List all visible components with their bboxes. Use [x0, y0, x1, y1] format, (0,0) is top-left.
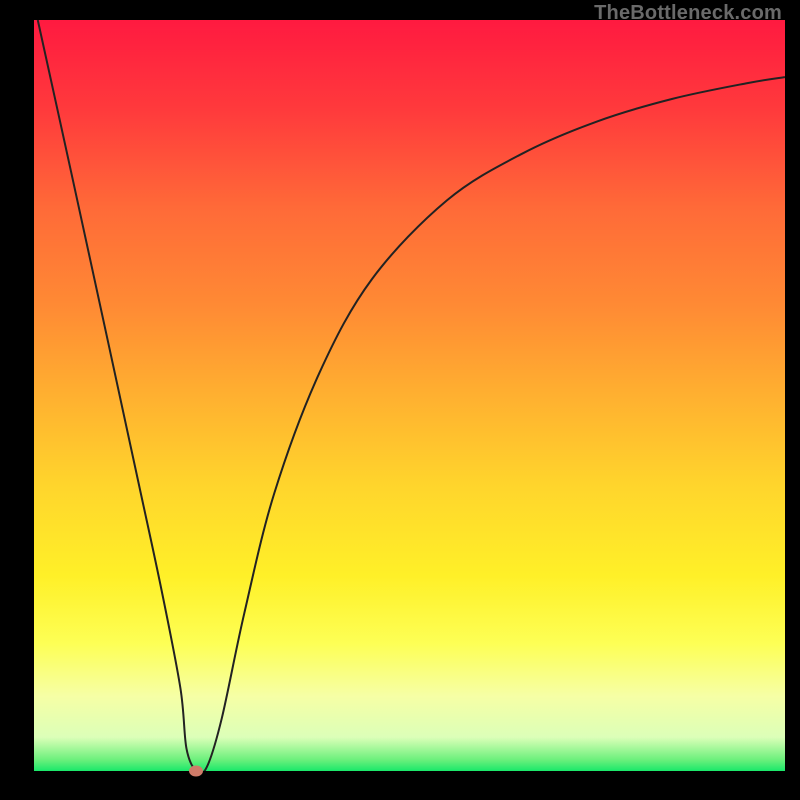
chart-svg [34, 20, 785, 771]
gradient-background [34, 20, 785, 771]
chart-frame: TheBottleneck.com [0, 0, 800, 800]
minimum-marker [189, 766, 203, 777]
plot-area [34, 20, 785, 771]
